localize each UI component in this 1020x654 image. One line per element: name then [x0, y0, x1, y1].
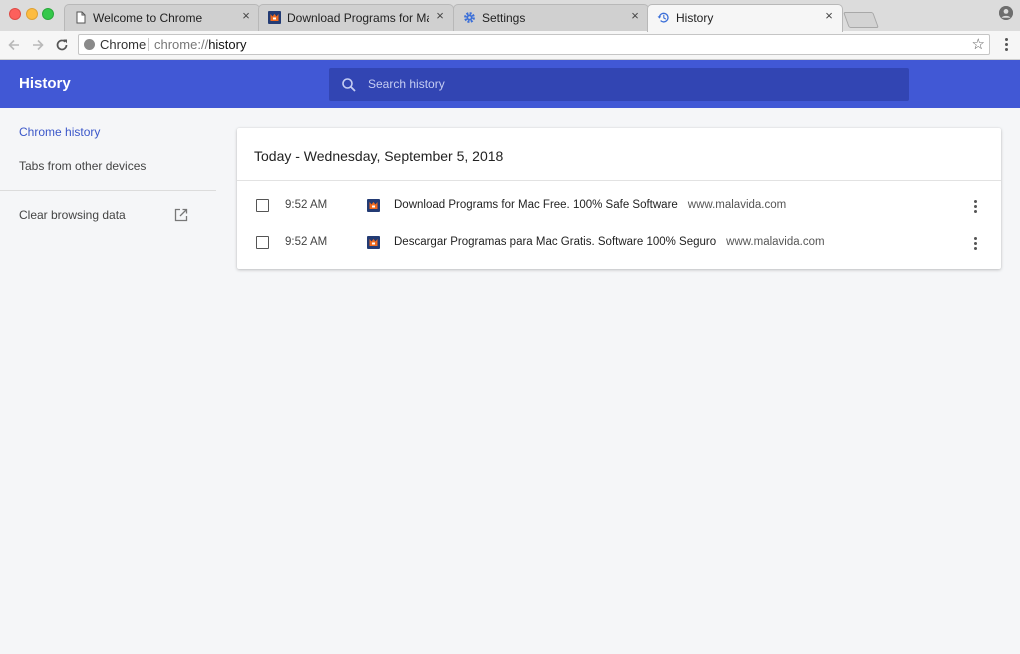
back-button[interactable] [5, 36, 23, 54]
browser-toolbar: Chrome chrome://history ☆ [0, 31, 1020, 60]
bookmark-star-icon[interactable]: ☆ [972, 36, 985, 53]
history-entry[interactable]: 9:52 AM Descargar Programas para Mac Gra… [237, 225, 1001, 262]
zoom-window-button[interactable] [42, 8, 54, 20]
malavida-favicon-icon [367, 236, 380, 249]
tab-history[interactable]: History × [647, 4, 843, 32]
tab-title: Download Programs for Mac Fr [287, 11, 429, 25]
chrome-menu-button[interactable] [1001, 38, 1011, 53]
minimize-window-button[interactable] [26, 8, 38, 20]
search-input[interactable]: Search history [329, 68, 909, 101]
search-placeholder: Search history [368, 77, 445, 91]
entry-more-actions-button[interactable] [974, 200, 978, 214]
document-icon [76, 11, 86, 24]
date-heading: Today - Wednesday, September 5, 2018 [254, 148, 504, 164]
malavida-favicon-icon [268, 11, 281, 24]
tab-welcome[interactable]: Welcome to Chrome × [64, 4, 260, 31]
entry-domain: www.malavida.com [687, 199, 787, 211]
page-title: History [19, 75, 71, 92]
history-icon [657, 12, 669, 23]
gear-icon [464, 12, 475, 23]
entry-checkbox[interactable] [256, 236, 269, 249]
close-tab-button[interactable]: × [433, 9, 447, 23]
reload-icon [56, 39, 68, 51]
close-tab-button[interactable]: × [822, 9, 836, 23]
chrome-page-icon [84, 39, 95, 50]
tab-download-programs[interactable]: Download Programs for Mac Fr × [258, 4, 454, 31]
sidebar-divider [0, 190, 216, 191]
new-tab-button[interactable] [843, 12, 879, 28]
reload-button[interactable] [53, 36, 71, 54]
entry-title-line: Download Programs for Mac Free. 100% Saf… [394, 199, 786, 211]
history-entry[interactable]: 9:52 AM Download Programs for Mac Free. … [237, 188, 1001, 225]
search-icon [342, 78, 356, 92]
sidebar-item-tabs-other-devices[interactable]: Tabs from other devices [19, 159, 146, 173]
url-text: chrome://history [154, 37, 247, 52]
entry-checkbox[interactable] [256, 199, 269, 212]
tab-title: Settings [482, 11, 526, 25]
omnibox-separator [148, 38, 149, 51]
close-window-button[interactable] [9, 8, 21, 20]
entry-time: 9:52 AM [285, 199, 328, 211]
profile-icon[interactable] [999, 6, 1013, 20]
tab-title: Welcome to Chrome [93, 11, 203, 25]
close-tab-button[interactable]: × [239, 9, 253, 23]
forward-arrow-icon [33, 39, 44, 51]
entry-title[interactable]: Download Programs for Mac Free. 100% Saf… [394, 199, 678, 211]
sidebar: Chrome history Tabs from other devices C… [0, 108, 218, 654]
sidebar-item-clear-browsing-data[interactable]: Clear browsing data [19, 208, 126, 222]
entry-title-line: Descargar Programas para Mac Gratis. Sof… [394, 236, 825, 248]
history-card: Today - Wednesday, September 5, 2018 9:5… [237, 128, 1001, 269]
tab-title: History [676, 11, 714, 25]
forward-button[interactable] [29, 36, 47, 54]
address-bar[interactable]: Chrome chrome://history ☆ [78, 34, 990, 55]
close-tab-button[interactable]: × [628, 9, 642, 23]
card-divider [237, 180, 1001, 181]
omnibox-label: Chrome [100, 37, 147, 52]
malavida-favicon-icon [367, 199, 380, 212]
back-arrow-icon [8, 39, 19, 51]
entry-more-actions-button[interactable] [974, 237, 978, 251]
entry-title[interactable]: Descargar Programas para Mac Gratis. Sof… [394, 236, 716, 248]
tab-settings[interactable]: Settings × [453, 4, 649, 31]
sidebar-item-chrome-history[interactable]: Chrome history [19, 125, 100, 139]
entry-domain: www.malavida.com [726, 236, 825, 248]
tab-strip: Welcome to Chrome × Download Programs fo… [0, 0, 1020, 32]
entry-time: 9:52 AM [285, 236, 328, 248]
open-in-new-icon[interactable] [174, 208, 188, 222]
